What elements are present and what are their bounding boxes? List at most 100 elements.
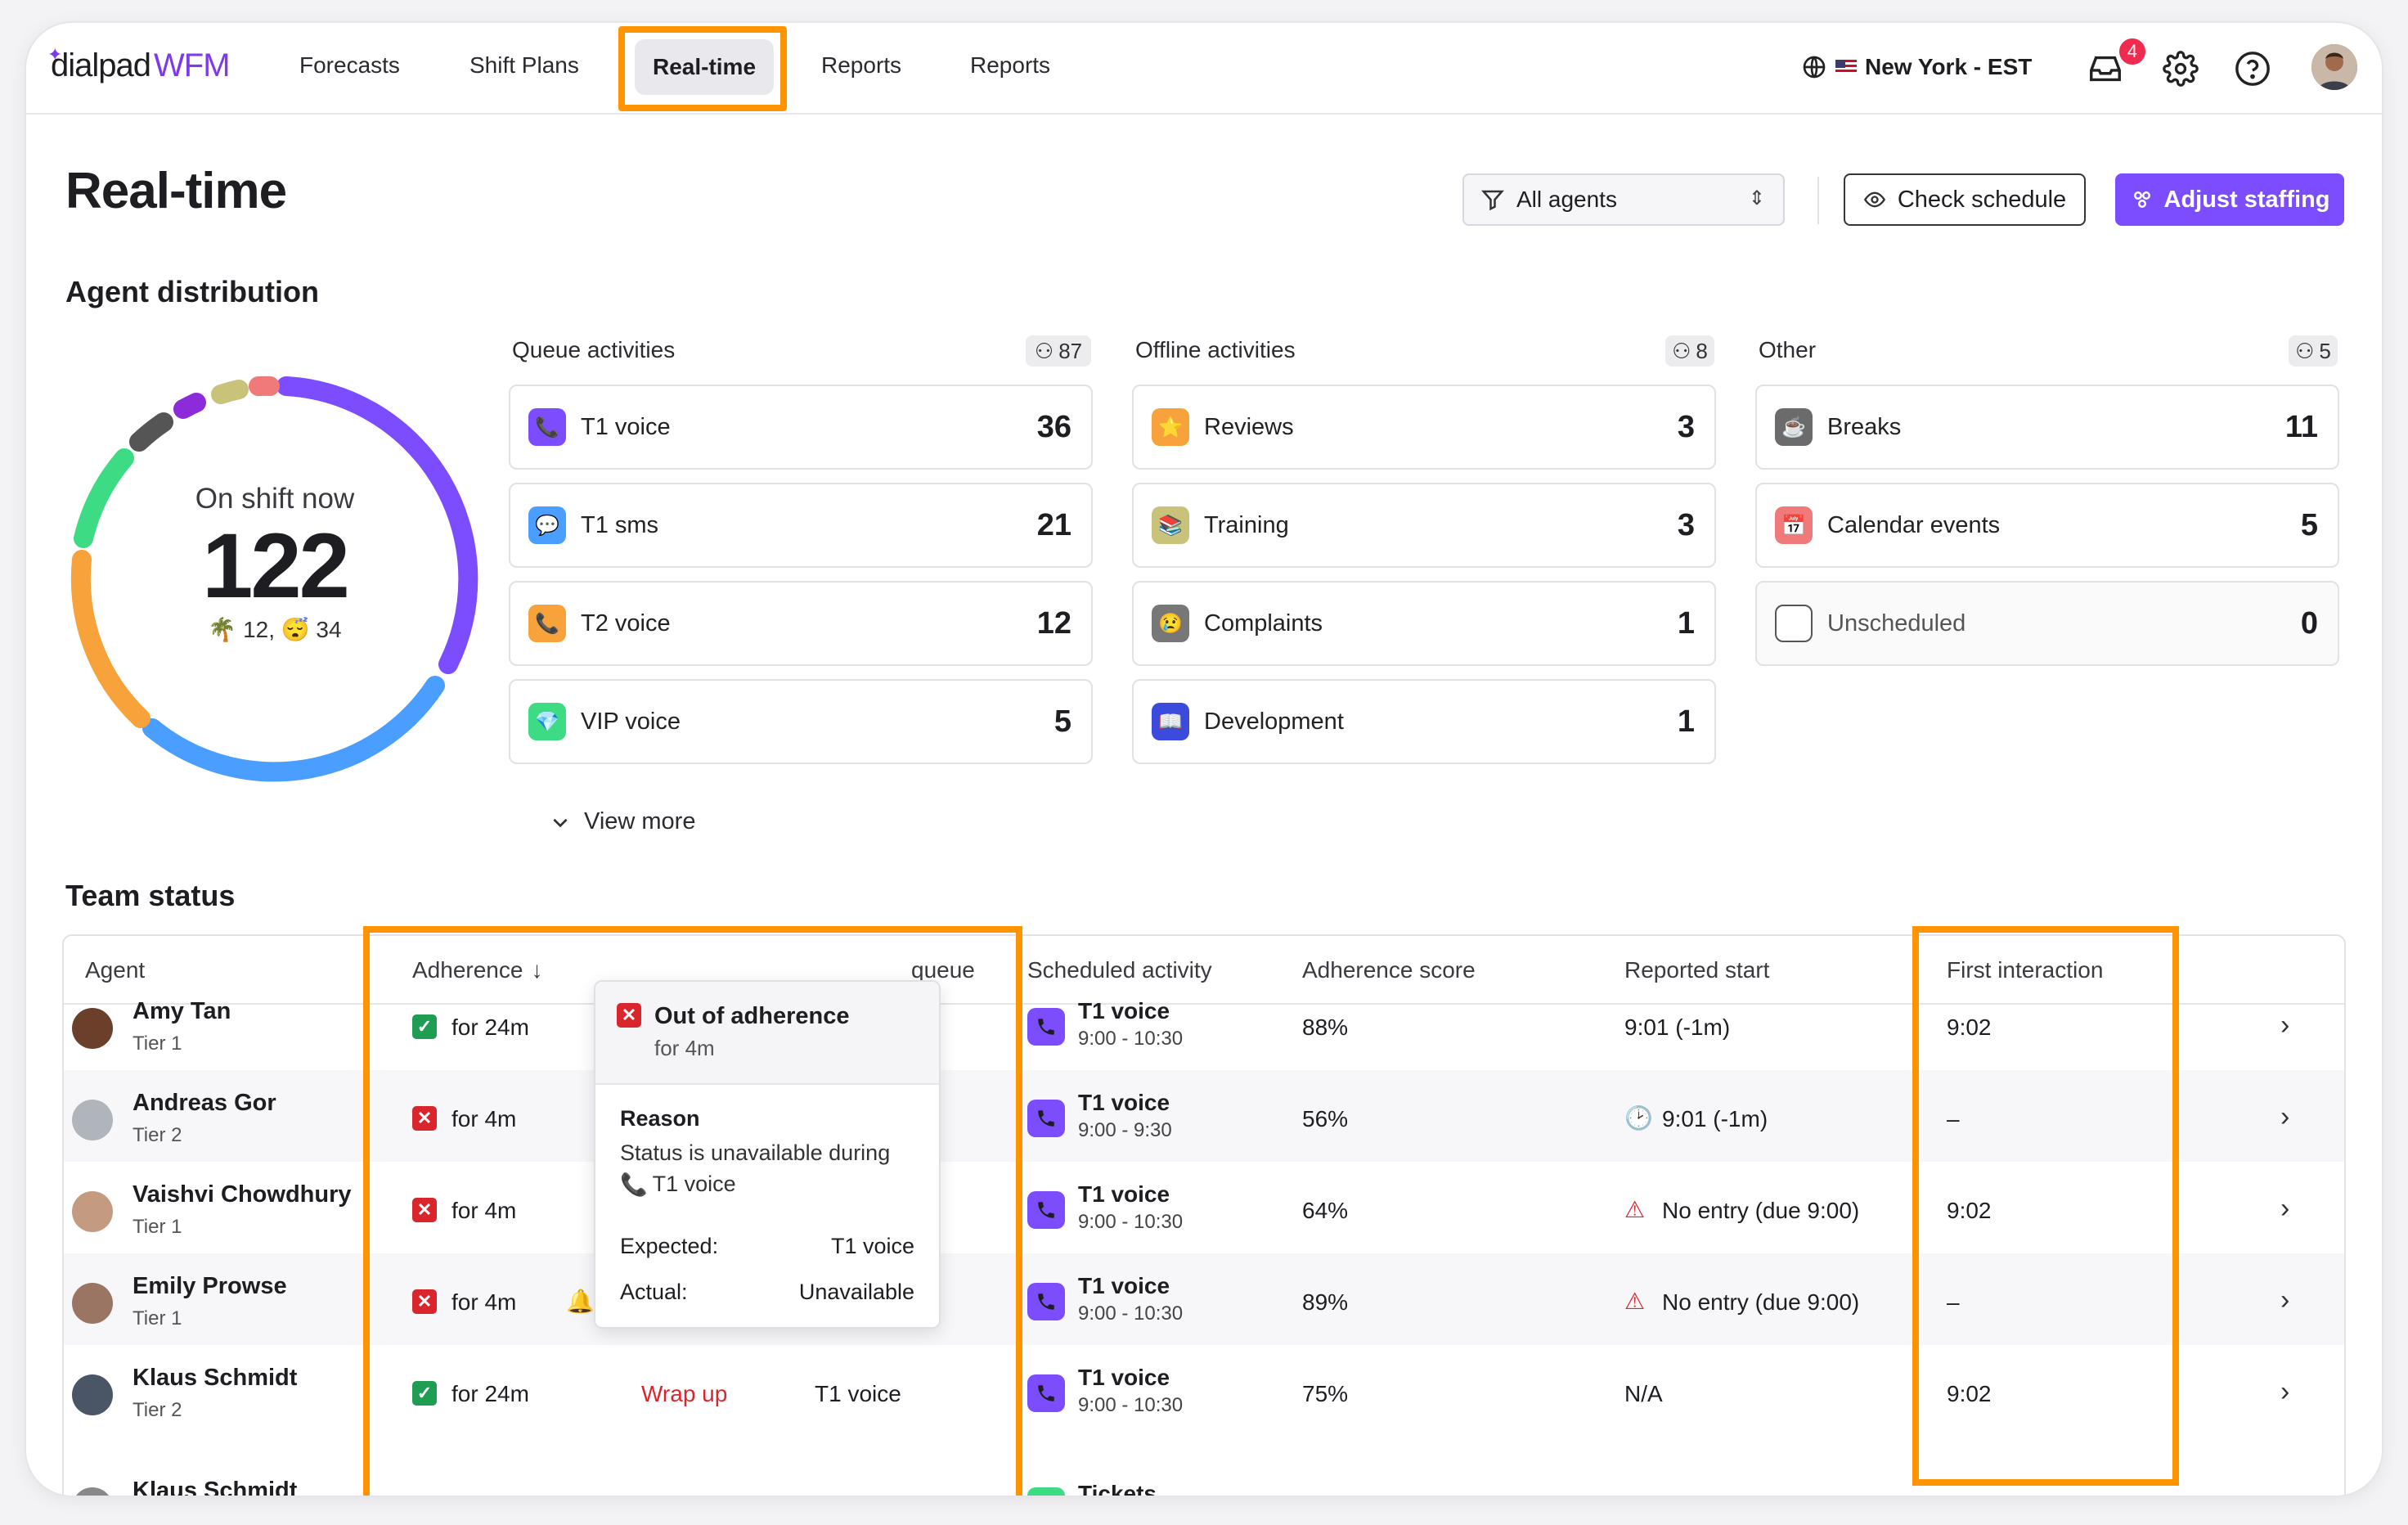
bell-icon[interactable]: 🔔 [566,1288,595,1315]
phone-icon: 📞 [528,605,566,642]
table-row[interactable] [64,1253,2344,1345]
agent-name[interactable]: Klaus Schmidt [133,1365,297,1392]
table-row[interactable] [64,978,2344,1070]
agent-name[interactable]: Klaus Schmidt [133,1478,297,1496]
card-training[interactable]: 📚 Training 3 [1132,483,1716,568]
card-label: T2 voice [581,610,671,637]
agent-tier: Tier 2 [133,1124,182,1146]
logo-text: dialpad [51,47,151,83]
agent-name[interactable]: Andreas Gor [133,1090,276,1117]
reported-start: 9:01 (-1m) [1662,1106,1768,1131]
timezone-selector[interactable]: New York - EST [1801,54,2032,80]
card-unscheduled[interactable]: Unscheduled 0 [1755,581,2339,666]
card-label: Reviews [1204,413,1294,440]
offline-count: ⚇ 8 [1665,335,1714,367]
eye-icon [1863,191,1885,208]
on-shift-sub: 🌴 12, 😴 34 [208,617,342,643]
card-t1-sms[interactable]: 💬 T1 sms 21 [509,483,1093,568]
filter-icon [1480,190,1505,211]
card-value: 5 [1054,704,1071,739]
first-interaction: 9:02 [1947,1198,1992,1223]
chevron-right-icon[interactable]: › [2280,1376,2289,1408]
globe-icon [1803,56,1826,79]
chevron-down-icon [553,818,568,827]
settings-button[interactable] [2159,47,2202,90]
card-label: Calendar events [1827,511,2001,538]
card-vip-voice[interactable]: 💎 VIP voice 5 [509,679,1093,764]
on-shift-count: 122 [202,514,350,617]
chevron-right-icon[interactable]: › [2280,1284,2289,1316]
table-row[interactable] [64,1345,2344,1437]
card-label: Complaints [1204,610,1323,637]
card-complaints[interactable]: 😢 Complaints 1 [1132,581,1716,666]
reason-activity-label: T1 voice [652,1172,736,1196]
chevron-right-icon[interactable]: › [2280,1101,2289,1133]
filter-label: All agents [1516,187,1617,212]
card-label: VIP voice [581,708,681,735]
card-t2-voice[interactable]: 📞 T2 voice 12 [509,581,1093,666]
section-title-distribution: Agent distribution [65,275,319,308]
first-interaction: – [1947,1106,1960,1131]
agent-name[interactable]: Amy Tan [133,998,231,1025]
x-icon: ✕ [412,1106,437,1131]
scheduled-activity: Tickets [1078,1481,1157,1496]
donut-center: On shift now 122 🌴 12, 😴 34 [62,367,487,792]
empty-box-icon [1775,605,1813,642]
on-shift-label: On shift now [195,482,355,515]
card-label: T1 sms [581,511,659,538]
sparkle-icon: ✦ [47,44,62,65]
first-interaction: 9:02 [1947,1381,1992,1406]
card-reviews[interactable]: ⭐ Reviews 3 [1132,385,1716,470]
nav-forecasts[interactable]: Forecasts [299,52,400,79]
table-row[interactable] [64,1070,2344,1162]
card-t1-voice[interactable]: 📞 T1 voice 36 [509,385,1093,470]
scheduled-time: 9:00 - 10:30 [1078,1302,1184,1325]
adherence-score: 89% [1302,1289,1349,1315]
card-value: 21 [1036,507,1071,542]
coffee-icon: ☕ [1775,408,1813,446]
card-label: Breaks [1827,413,1902,440]
card-calendar-events[interactable]: 📅 Calendar events 5 [1755,483,2339,568]
books-icon: 📚 [1152,506,1189,544]
adjust-staffing-button[interactable]: Adjust staffing [2115,173,2344,226]
agent-status: Wrap up [641,1381,728,1406]
agent-filter-select[interactable]: All agents ⇕ [1462,173,1785,226]
adherence-score: 88% [1302,1014,1349,1040]
avatar [72,1100,113,1140]
ticket-icon [1027,1487,1065,1496]
people-icon [2133,191,2150,208]
reason-activity: 📞 T1 voice [620,1172,736,1198]
nav-reports[interactable]: Reports [821,52,901,79]
divider [1817,177,1819,224]
check-schedule-button[interactable]: Check schedule [1844,173,2086,226]
agent-name[interactable]: Emily Prowse [133,1273,287,1300]
phone-icon [1027,1100,1065,1137]
agent-name[interactable]: Vaishvi Chowdhury [133,1181,352,1208]
card-breaks[interactable]: ☕ Breaks 11 [1755,385,2339,470]
sms-icon: 💬 [528,506,566,544]
check-icon: ✓ [412,1381,437,1406]
adherence-duration: for 4m [452,1289,517,1315]
help-button[interactable] [2231,47,2274,90]
nav-shift-plans[interactable]: Shift Plans [469,52,579,79]
view-more-button[interactable]: View more [550,808,695,835]
user-avatar[interactable] [2311,44,2357,90]
chevron-right-icon[interactable]: › [2280,1193,2289,1225]
card-value: 1 [1677,605,1695,641]
logo[interactable]: ✦ dialpad WFM [47,44,231,84]
card-value: 11 [2284,409,2318,444]
card-development[interactable]: 📖 Development 1 [1132,679,1716,764]
adherence-score: 75% [1302,1381,1349,1406]
chevron-right-icon[interactable]: › [2280,1010,2289,1041]
nav-real-time[interactable]: Real-time [635,39,774,95]
help-icon [2235,52,2270,86]
top-nav: ✦ dialpad WFM Forecasts Shift Plans Real… [26,23,2382,115]
reason-text: Status is unavailable during [620,1140,891,1165]
card-value: 12 [1036,605,1071,641]
table-row[interactable] [64,1162,2344,1253]
book-icon: 📖 [1152,703,1189,740]
card-value: 36 [1036,409,1071,444]
agent-tier: Tier 1 [133,1307,182,1329]
nav-reports-2[interactable]: Reports [970,52,1050,79]
avatar [72,1283,113,1324]
